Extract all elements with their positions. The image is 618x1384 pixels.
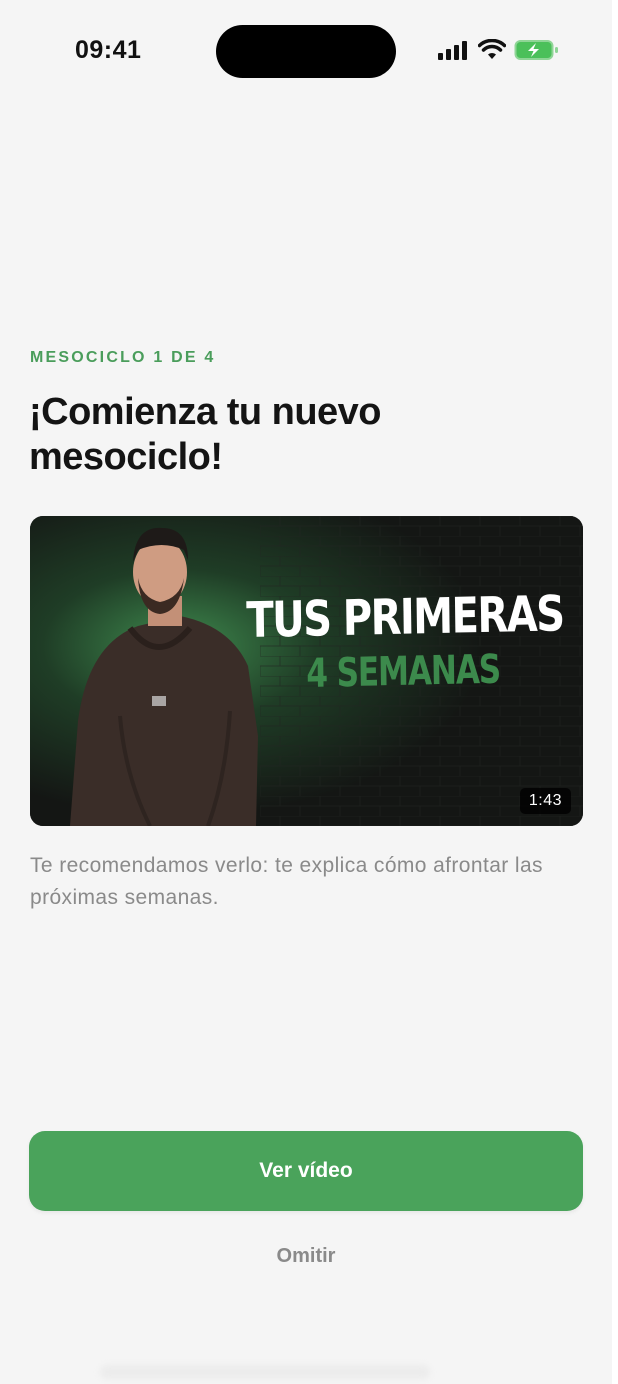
mesocycle-counter: MESOCICLO 1 DE 4	[30, 349, 216, 366]
signal-icon	[438, 40, 470, 65]
battery-charging-icon	[514, 38, 560, 67]
video-headline-line1: TUS PRIMERAS	[246, 585, 564, 649]
video-description: Te recomendamos verlo: te explica cómo a…	[30, 854, 543, 909]
dynamic-island	[216, 25, 396, 78]
skip-button[interactable]: Omitir	[0, 1245, 612, 1268]
video-thumbnail[interactable]: TUS PRIMERAS 4 SEMANAS 1:43	[30, 516, 583, 826]
screen-edge	[612, 0, 618, 1384]
video-duration-badge: 1:43	[519, 788, 571, 814]
status-icons	[438, 38, 560, 66]
status-bar: 09:41	[0, 0, 618, 100]
page-title: ¡Comienza tu nuevo mesociclo!	[29, 391, 382, 478]
wifi-icon	[477, 38, 507, 66]
home-indicator	[100, 1365, 430, 1379]
watch-video-button[interactable]: Ver vídeo	[29, 1131, 583, 1211]
video-headline-line2: 4 SEMANAS	[306, 646, 501, 697]
status-time: 09:41	[75, 36, 142, 64]
